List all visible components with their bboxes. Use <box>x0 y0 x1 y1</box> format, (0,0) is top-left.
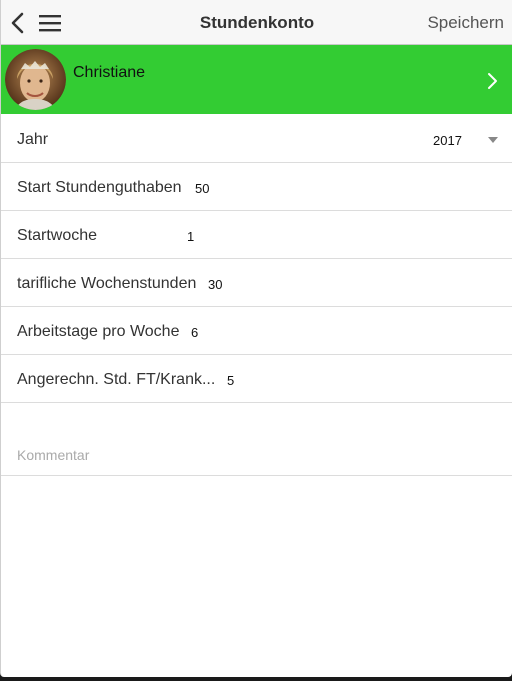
user-banner[interactable]: Christiane <box>1 45 512 114</box>
comment-row[interactable] <box>1 439 512 476</box>
chevron-right-icon <box>488 73 497 89</box>
credited-hours-input[interactable]: 5 <box>227 373 234 388</box>
app-window: Stundenkonto Speichern Christiane Jahr 2… <box>0 0 512 677</box>
year-select-row[interactable]: Jahr 2017 <box>1 115 512 163</box>
weekly-hours-input[interactable]: 30 <box>208 277 222 292</box>
comment-input[interactable] <box>17 441 497 469</box>
weekly-hours-row[interactable]: tarifliche Wochenstunden 30 <box>1 259 512 307</box>
start-balance-row[interactable]: Start Stundenguthaben 50 <box>1 163 512 211</box>
user-name: Christiane <box>73 64 146 81</box>
dropdown-arrow-icon[interactable] <box>488 137 498 143</box>
header-bar: Stundenkonto Speichern <box>1 0 512 45</box>
year-value[interactable]: 2017 <box>433 133 462 148</box>
weekly-hours-label: tarifliche Wochenstunden <box>17 275 197 292</box>
credited-hours-row[interactable]: Angerechn. Std. FT/Krank... 5 <box>1 355 512 403</box>
form-list: Jahr 2017 Start Stundenguthaben 50 Start… <box>1 115 512 476</box>
credited-hours-label: Angerechn. Std. FT/Krank... <box>17 371 216 388</box>
start-week-input[interactable]: 1 <box>187 229 194 244</box>
start-balance-label: Start Stundenguthaben <box>17 179 182 196</box>
start-week-label: Startwoche <box>17 227 98 244</box>
start-balance-input[interactable]: 50 <box>195 181 209 196</box>
save-button[interactable]: Speichern <box>427 13 504 33</box>
workdays-input[interactable]: 6 <box>191 325 198 340</box>
workdays-label: Arbeitstage pro Woche <box>17 323 180 340</box>
year-label: Jahr <box>17 131 49 148</box>
start-week-row[interactable]: Startwoche 1 <box>1 211 512 259</box>
workdays-row[interactable]: Arbeitstage pro Woche 6 <box>1 307 512 355</box>
avatar <box>5 49 66 110</box>
